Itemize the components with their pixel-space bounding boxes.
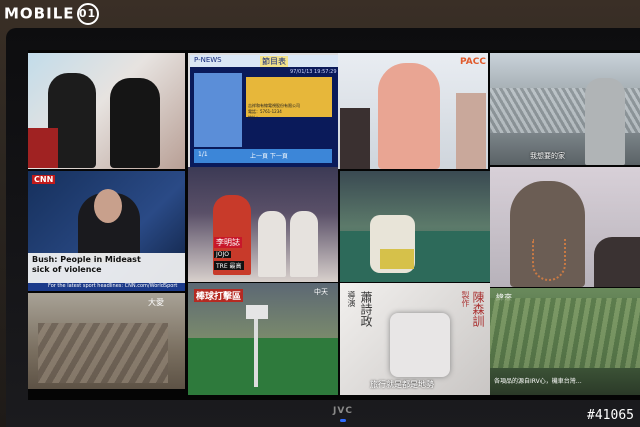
epg-date: 97/01/13 19:57:29 <box>290 69 337 75</box>
power-led <box>340 419 346 422</box>
ruins <box>38 323 168 383</box>
stadium-field <box>188 338 338 395</box>
site-name: MOBILE <box>4 4 75 23</box>
light-tower-head <box>246 305 268 319</box>
site-badge: 01 <box>76 3 99 25</box>
channel-talkshow[interactable] <box>28 53 185 169</box>
sofa <box>28 128 58 168</box>
image-id: #41065 <box>587 408 634 423</box>
epg-footer-left: 1/1 <box>198 151 208 158</box>
epg-info-text: 吉祥和有線電視股份有限公司 電話：5761-1234 地址： <box>248 103 300 120</box>
epg-header-label: P-NEWS <box>194 56 222 64</box>
channel-epg-guide[interactable]: P-NEWS 節目表 97/01/13 19:57:29 吉祥和有線電視股份有限… <box>188 53 340 169</box>
presenter <box>378 63 440 169</box>
credit1-label: 導演 <box>347 291 356 307</box>
news-subject-face <box>94 189 122 223</box>
epg-left-panel <box>194 73 242 147</box>
channel-dance-stage[interactable] <box>340 171 490 282</box>
dancer-pants <box>380 249 414 269</box>
channel-baseball[interactable]: 棒球打擊區 中天 <box>188 283 338 395</box>
channel-variety-show[interactable]: 李明誌 JOJO TRE 最高 <box>188 167 338 282</box>
credit2-name: 陳森訓 <box>471 291 485 327</box>
channel-studio-audience[interactable]: PACC <box>338 53 488 169</box>
drama1-logo: 大愛 <box>148 298 164 307</box>
channel-drama-credits[interactable]: 導演 蕭詩政 製作 陳森訓 旅行就是都是地勢 <box>340 283 490 395</box>
channel-house-tour[interactable]: 我想要的家 <box>490 53 640 165</box>
second-person <box>594 237 640 287</box>
credit1-name: 蕭詩政 <box>359 291 373 327</box>
channel-singer[interactable] <box>490 167 640 287</box>
channel-cnn-news[interactable]: CNN Abu Dhabi, United Arab Emirates Bush… <box>28 171 185 291</box>
epg-footer-bar: 上一頁 下一頁 <box>250 153 288 160</box>
talkshow-host-right <box>110 78 160 168</box>
foliage <box>490 298 640 368</box>
nature-caption: 各項品的源自IRV心，機車台灣… <box>494 378 582 385</box>
light-tower <box>254 307 258 387</box>
cnn-logo: CNN <box>32 175 56 184</box>
pacc-logo: PACC <box>460 57 486 67</box>
audience-right <box>456 93 486 169</box>
tv-brand-logo: JVC <box>333 406 353 416</box>
baseball-logo: 中天 <box>314 288 328 296</box>
singer-necklace <box>532 239 566 281</box>
variety-name-tag: 李明誌 <box>214 237 242 248</box>
channel-nature[interactable]: 緯來 各項品的源自IRV心，機車台灣… <box>490 288 640 395</box>
baseball-title: 棒球打擊區 <box>194 289 244 302</box>
epg-title: 節目表 <box>260 56 288 67</box>
drama-figure <box>390 313 450 377</box>
channel-drama-archive[interactable]: 大愛 <box>28 293 185 389</box>
stage-floor <box>340 231 490 282</box>
variety-child-2 <box>290 211 318 277</box>
cnn-headline-2: sick of violence <box>32 265 102 274</box>
variety-show-tag: JOJO <box>214 251 231 258</box>
site-watermark: MOBILE 01 <box>4 3 99 25</box>
drama-subtitle: 旅行就是都是地勢 <box>370 380 434 389</box>
man-figure <box>585 78 625 165</box>
variety-child-1 <box>258 211 286 277</box>
house-caption: 我想要的家 <box>530 152 565 160</box>
audience-left <box>340 108 370 169</box>
cnn-ticker-text: For the latest sport headlines: CNN.com/… <box>48 283 178 289</box>
cnn-headline: Bush: People in Mideast <box>32 255 141 264</box>
variety-show-tag-2: TRE 最高 <box>214 261 244 270</box>
tv-screen: P-NEWS 節目表 97/01/13 19:57:29 吉祥和有線電視股份有限… <box>28 50 640 400</box>
